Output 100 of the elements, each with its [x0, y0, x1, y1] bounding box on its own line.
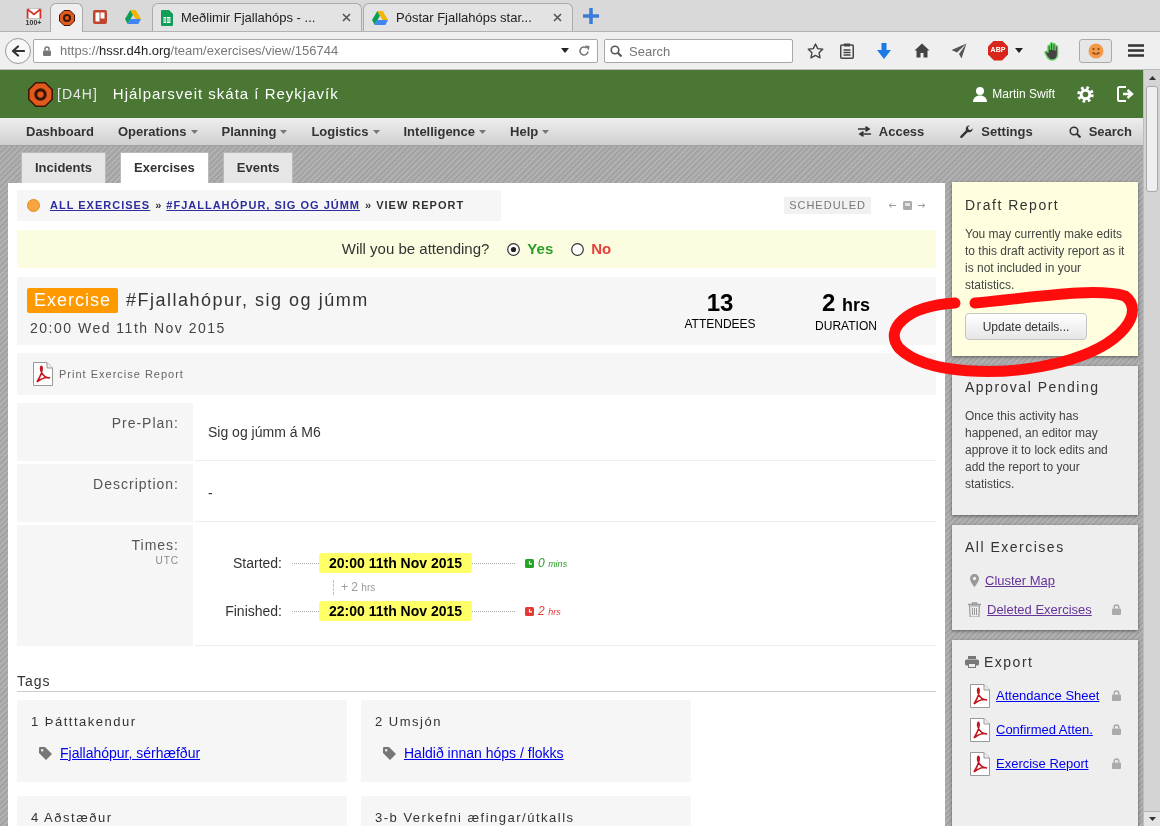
nav-menu-item[interactable]: Help — [510, 121, 550, 142]
breadcrumb-separator: » — [154, 198, 163, 214]
card-text: You may currently make edits to this draft activity report as it is not included in your statistics. — [965, 226, 1126, 294]
clock-icon — [525, 558, 535, 568]
pdf-icon — [33, 362, 53, 386]
radio-button[interactable] — [507, 242, 521, 256]
user-icon[interactable] — [973, 86, 988, 102]
scrollbar-thumb[interactable] — [1146, 86, 1158, 192]
tag-icon — [383, 746, 396, 760]
tag-link[interactable]: Haldið innan hóps / flokks — [404, 742, 564, 764]
tag-group-title: 3-b Verkefni æfingar/útkalls — [375, 811, 575, 825]
menu-icon[interactable] — [1128, 44, 1144, 57]
time-badge: 22:00 11th Nov 2015 — [319, 601, 473, 621]
dashed-connector — [333, 579, 334, 595]
search-icon — [1068, 125, 1081, 138]
option-label: No — [591, 238, 612, 259]
user-name-link[interactable]: Martin Swift — [992, 85, 1055, 103]
nav-tool-link[interactable]: Settings — [960, 121, 1033, 142]
sidebar-link[interactable]: Attendance Sheet — [996, 685, 1100, 706]
card-title: Export — [984, 652, 1034, 671]
paper-plane-icon[interactable] — [951, 42, 967, 59]
triangle-down-icon — [1148, 817, 1156, 821]
wrench-icon — [960, 125, 974, 138]
pdf-icon — [970, 717, 990, 742]
sidebar-link[interactable]: Exercise Report — [996, 753, 1089, 774]
printer-icon — [965, 655, 979, 668]
download-icon[interactable] — [877, 42, 891, 59]
reload-icon[interactable] — [578, 44, 590, 57]
clipboard-icon[interactable] — [840, 42, 854, 59]
update-details-button[interactable]: Update details... — [965, 313, 1087, 340]
settings-icon[interactable] — [1077, 85, 1094, 103]
breadcrumb-separator: » — [364, 198, 373, 214]
pinned-tab[interactable] — [50, 3, 83, 32]
breadcrumb-link[interactable]: ALL EXERCISES — [50, 197, 151, 214]
elapsed-duration: + 2 hrs — [341, 579, 376, 596]
nav-menu-item[interactable]: Dashboard — [26, 121, 94, 142]
address-field[interactable]: https://hssr.d4h.org/team/exercises/view/156744 — [33, 38, 598, 63]
nav-menu-item[interactable]: Intelligence — [403, 121, 487, 142]
close-icon[interactable] — [342, 13, 351, 22]
stat-label: ATTENDEES — [684, 317, 756, 331]
tag-link[interactable]: Fjallahópur, sérhæfður — [60, 742, 201, 764]
close-icon[interactable] — [553, 13, 562, 22]
search-field[interactable]: Search — [604, 39, 793, 63]
team-name: Hjálparsveit skáta í Reykjavík — [112, 83, 339, 104]
nav-menu-item[interactable]: Planning — [221, 121, 288, 142]
browser-tab[interactable]: Póstar Fjallahóps star... — [363, 3, 573, 31]
back-button[interactable] — [5, 37, 31, 64]
activity-type-badge: Exercise — [27, 288, 119, 313]
mail-icon — [25, 8, 42, 19]
time-badge: 20:00 11th Nov 2015 — [319, 553, 473, 573]
sidebar-link[interactable]: Confirmed Atten. — [996, 719, 1093, 740]
breadcrumb-link[interactable]: #FJALLAHÓPUR, SIG OG JÚMM — [166, 197, 361, 214]
pdf-icon — [970, 683, 990, 708]
status-badge: SCHEDULED — [784, 197, 871, 214]
nav-menu-item[interactable]: Operations — [117, 121, 198, 142]
exercise-datetime: 20:00 Wed 11th Nov 2015 — [30, 319, 226, 338]
leader-line — [472, 610, 516, 612]
nav-menu-item[interactable]: Logistics — [311, 121, 380, 142]
plus-icon[interactable] — [583, 8, 599, 24]
pdf-icon — [970, 751, 990, 776]
home-icon[interactable] — [914, 43, 930, 58]
previous-arrow-icon[interactable] — [888, 203, 896, 208]
logout-icon[interactable] — [1117, 86, 1134, 102]
section-heading: Tags — [17, 672, 51, 690]
caret-icon[interactable] — [561, 48, 569, 53]
star-icon[interactable] — [807, 42, 824, 59]
detail-label: Pre-Plan: — [111, 414, 179, 432]
nav-tool-link[interactable]: Access — [857, 121, 925, 142]
section-tab[interactable]: Incidents — [21, 152, 107, 183]
section-tab[interactable]: Exercises — [120, 152, 209, 183]
next-arrow-icon[interactable] — [918, 203, 926, 208]
tag-group-title: 4 Aðstæður — [31, 811, 113, 825]
browser-tab[interactable]: Meðlimir Fjallahóps - ... — [152, 3, 362, 31]
radio-button[interactable] — [571, 242, 585, 256]
detail-label: Times: — [131, 536, 179, 554]
tag-group-title: 1 Þátttakendur — [31, 715, 137, 729]
nav-tool-link[interactable]: Search — [1068, 121, 1132, 142]
sidebar-link[interactable]: Deleted Exercises — [987, 600, 1092, 620]
scroll-down-button[interactable] — [1144, 811, 1160, 826]
time-offset: 2 hrs — [538, 603, 561, 620]
sidebar-link[interactable]: Cluster Map — [985, 571, 1056, 591]
card-title: All Exercises — [965, 537, 1065, 556]
board-icon — [92, 10, 107, 24]
time-label: Started: — [231, 553, 282, 573]
caret-icon[interactable] — [1015, 48, 1023, 53]
drive-icon — [372, 10, 388, 25]
stat-label: DURATION — [815, 319, 877, 333]
lock-icon — [43, 45, 51, 56]
trash-icon — [968, 602, 981, 618]
map-pin-icon — [970, 574, 979, 588]
logo-text: [D4H] — [57, 84, 98, 104]
card-text: Once this activity has happened, an editor may approve it to lock edits and add the report to your statistics. — [965, 407, 1109, 493]
status-dot-icon — [27, 199, 40, 212]
octagon-logo-icon — [28, 81, 53, 107]
octagon-logo-icon — [58, 10, 75, 26]
option-label: Yes — [527, 238, 554, 259]
smiley-button[interactable] — [1079, 38, 1112, 63]
section-tab[interactable]: Events — [222, 152, 294, 183]
print-report-link[interactable]: Print Exercise Report — [59, 365, 184, 383]
card-title: Approval Pending — [965, 377, 1100, 396]
